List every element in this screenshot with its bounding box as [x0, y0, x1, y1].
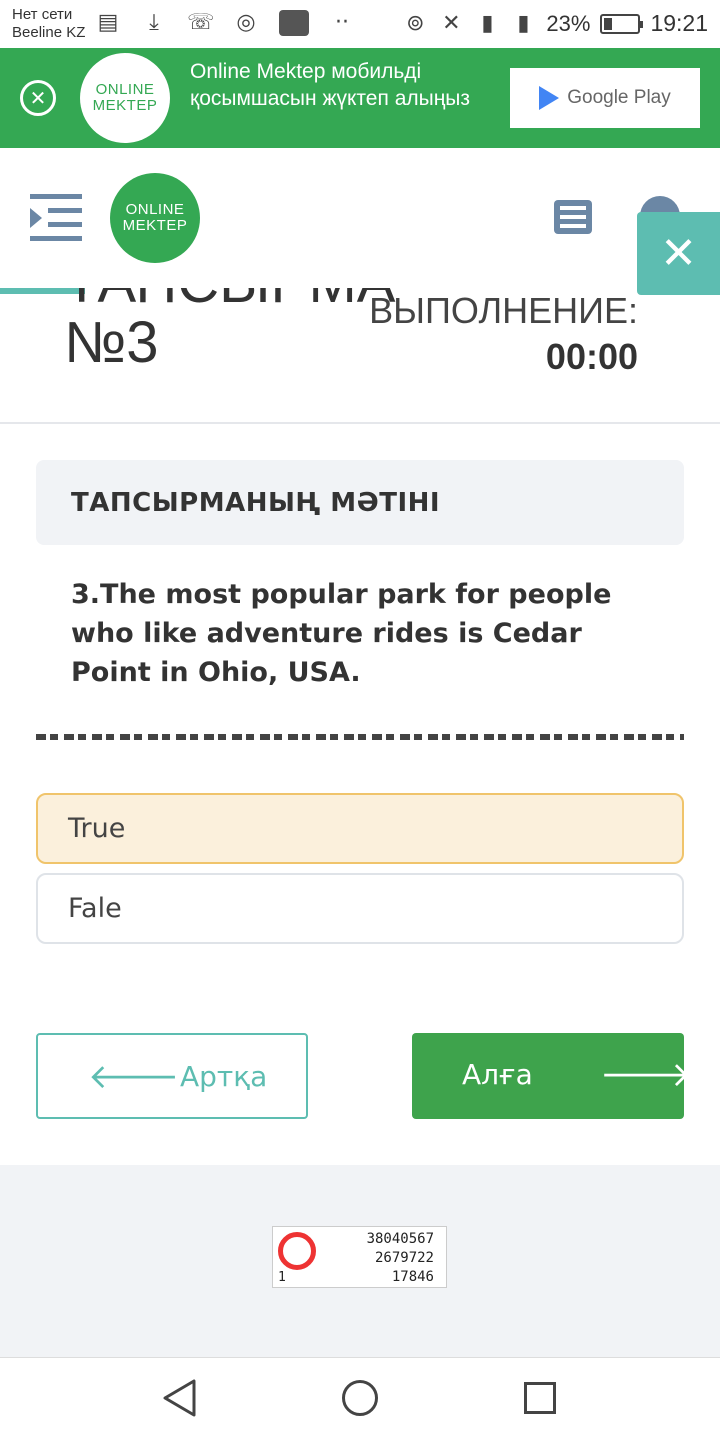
execution-timer: 00:00: [545, 336, 638, 377]
status-bar: Нет сети Beeline KZ ▤ ⤓ ☏ ◎ ·· ⊚ ✕ ▮ ▮ 2…: [0, 0, 720, 48]
carrier-line1: Нет сети: [12, 6, 73, 23]
list-icon[interactable]: [554, 200, 592, 234]
app-header: ONLINE MEKTEP: [0, 148, 720, 288]
app-icon: [279, 10, 309, 36]
nav-recents-icon[interactable]: [524, 1382, 556, 1414]
question-text: 3.The most popular park for people who l…: [71, 579, 612, 688]
google-play-label: Google Play: [567, 87, 671, 108]
close-task-button[interactable]: ✕: [637, 212, 720, 295]
counter-line1: 38040567: [366, 1231, 434, 1247]
more-icon: ··: [335, 10, 349, 35]
header-logo-line1: ONLINE: [125, 201, 185, 219]
close-banner-icon[interactable]: ✕: [20, 80, 56, 116]
app-download-banner: ✕ ONLINE MEKTEP Online Mektep мобильді қ…: [0, 48, 720, 148]
task-text-header: ТАПСЫРМАНЫҢ МӘТІНІ: [36, 460, 684, 545]
answer-option-true[interactable]: True: [36, 793, 684, 864]
task-title-line1: ТАПСЫРМА: [64, 288, 396, 312]
google-play-button[interactable]: Google Play: [510, 68, 700, 128]
download-icon: ⤓: [149, 10, 159, 35]
task-text-heading: ТАПСЫРМАНЫҢ МӘТІНІ: [71, 488, 441, 518]
divider: [0, 422, 720, 424]
arrow-left-icon: 🡐: [88, 1057, 180, 1097]
dotted-separator: [36, 734, 684, 740]
back-button[interactable]: 🡐 Артқа: [36, 1033, 308, 1119]
execution-label: ВЫПОЛНЕНИЕ:: [369, 290, 638, 331]
counter-left-digit: 1: [278, 1270, 286, 1285]
missed-call-icon: ☏: [187, 10, 215, 35]
task-title-line2: №3: [64, 310, 159, 375]
visit-counter[interactable]: 1 38040567 2679722 17846: [272, 1226, 447, 1288]
page-footer: 1 38040567 2679722 17846: [0, 1165, 720, 1357]
battery-fill: [604, 17, 612, 30]
battery-icon: [600, 13, 644, 34]
banner-logo-line2: MEKTEP: [92, 97, 158, 114]
counter-values: 38040567 2679722 17846: [367, 1230, 434, 1287]
counter-logo-icon: [278, 1232, 316, 1270]
answer-option-false[interactable]: Fale: [36, 873, 684, 944]
back-button-label: Артқа: [180, 1060, 268, 1093]
clock: 19:21: [650, 10, 708, 36]
battery-percent: 23%: [546, 10, 591, 36]
header-logo-line2: MEKTEP: [122, 217, 188, 234]
system-icons: ⊚ ✕ ▮ ▮ 23% 19:21: [402, 10, 708, 37]
arrow-right-icon: 🡒: [600, 1055, 692, 1095]
signal-4g-icon: ▮: [517, 10, 530, 36]
hotspot-icon: ⊚: [406, 10, 425, 36]
banner-logo: ONLINE MEKTEP: [80, 53, 170, 143]
signal-icon: ▮: [481, 10, 494, 36]
next-button[interactable]: Алға 🡒: [412, 1033, 691, 1119]
banner-logo-line1: ONLINE: [95, 81, 155, 99]
counter-line2: 2679722: [374, 1250, 434, 1266]
notification-icons: ▤ ⤓ ☏ ◎ ··: [95, 10, 355, 36]
counter-line3: 17846: [391, 1269, 434, 1285]
system-nav-bar: [0, 1357, 720, 1440]
banner-text: Online Mektep мобильді қосымшасын жүктеп…: [190, 60, 471, 110]
wifi-off-icon: ✕: [442, 10, 461, 36]
google-play-icon: [539, 86, 560, 110]
message-icon: ▤: [97, 10, 119, 35]
carrier-info: Нет сети Beeline KZ: [12, 6, 85, 42]
nav-back-icon[interactable]: [160, 1378, 200, 1418]
task-title: ТАПСЫРМА №3: [0, 288, 400, 378]
menu-icon[interactable]: [30, 194, 82, 242]
carrier-line2: Beeline KZ: [12, 24, 86, 41]
next-button-label: Алға: [462, 1058, 533, 1091]
header-logo[interactable]: ONLINE MEKTEP: [110, 173, 200, 263]
camera-icon: ◎: [236, 10, 256, 35]
nav-home-icon[interactable]: [342, 1380, 378, 1416]
